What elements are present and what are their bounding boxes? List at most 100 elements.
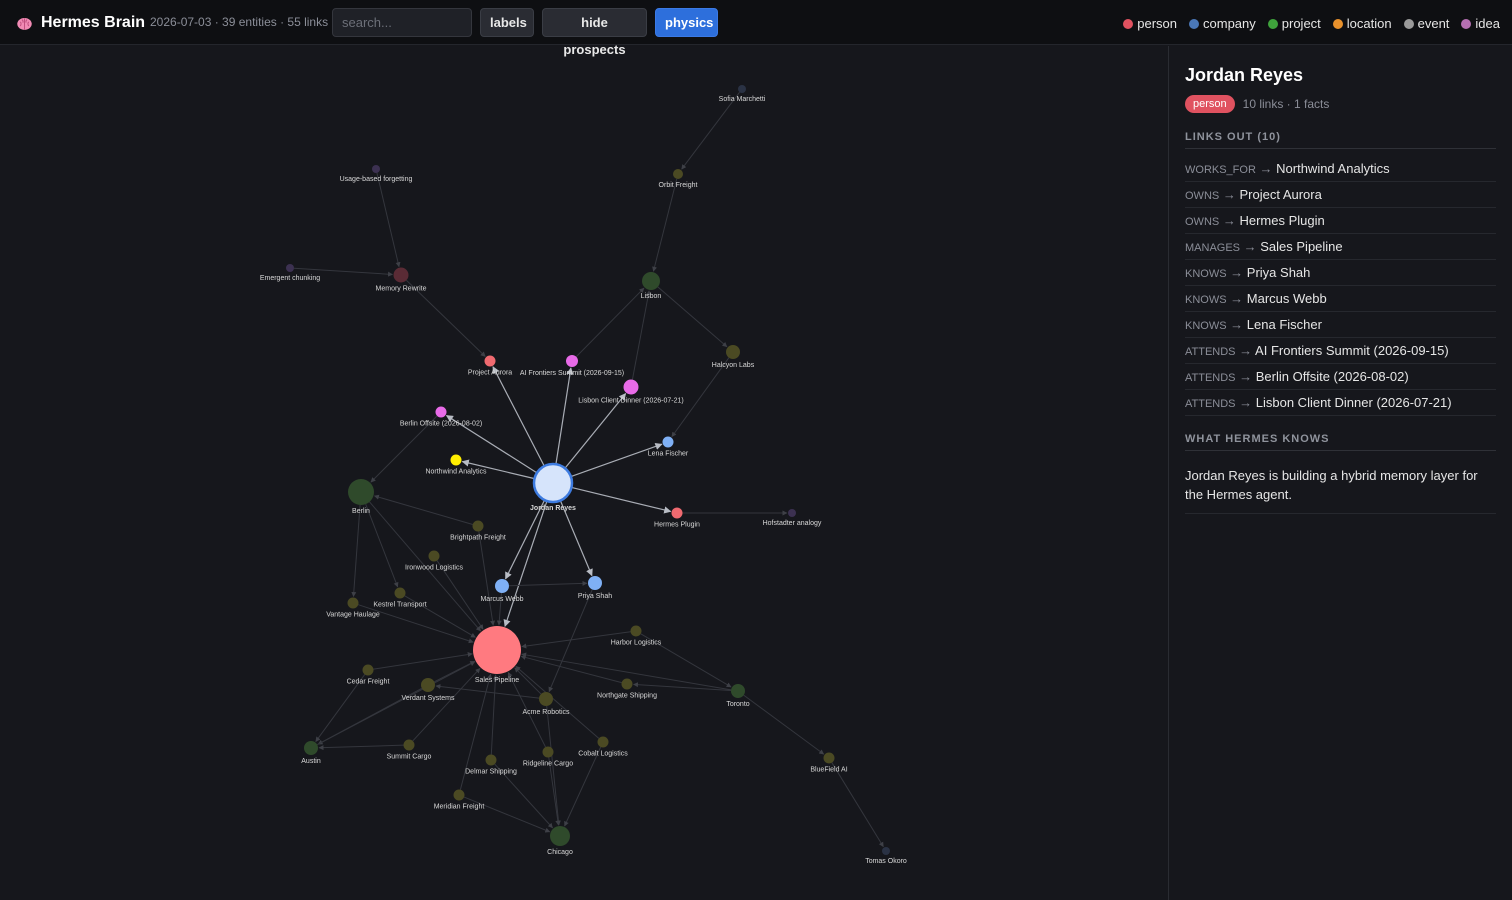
node-circle[interactable]	[621, 678, 633, 690]
node-circle[interactable]	[347, 597, 359, 609]
nodes-layer[interactable]: Jordan Reyes Sales Pipeline Project Aurora…	[260, 85, 907, 865]
node-circle[interactable]	[738, 85, 746, 93]
node-circle[interactable]	[484, 355, 496, 367]
search-input[interactable]	[332, 8, 472, 37]
node-circle[interactable]	[642, 272, 660, 290]
node-circle[interactable]	[550, 826, 570, 846]
link-row[interactable]: OWNS → Project Aurora	[1185, 182, 1496, 208]
node-circle[interactable]	[823, 752, 835, 764]
labels-button[interactable]: labels	[480, 8, 534, 37]
node-circle[interactable]	[662, 436, 674, 448]
node-circle[interactable]	[372, 165, 380, 173]
node-circle[interactable]	[348, 479, 374, 505]
node-circle[interactable]	[435, 406, 447, 418]
physics-button[interactable]: physics	[655, 8, 718, 37]
graph-node-sofia[interactable]: Sofia Marchetti	[719, 85, 766, 103]
hide-prospects-button[interactable]: hide prospects	[542, 8, 647, 57]
graph-node-vantage[interactable]: Vantage Haulage	[326, 597, 380, 619]
graph-node-emergent[interactable]: Emergent chunking	[260, 264, 320, 282]
node-circle[interactable]	[597, 736, 609, 748]
link-target[interactable]: Marcus Webb	[1247, 291, 1327, 306]
node-circle[interactable]	[393, 267, 409, 283]
link-row[interactable]: OWNS → Hermes Plugin	[1185, 208, 1496, 234]
graph-node-cobalt[interactable]: Cobalt Logistics	[578, 736, 628, 758]
link-target[interactable]: Hermes Plugin	[1239, 213, 1324, 228]
edges-layer	[293, 91, 884, 848]
link-row[interactable]: KNOWS → Marcus Webb	[1185, 286, 1496, 312]
node-circle[interactable]	[726, 345, 740, 359]
graph-node-toronto[interactable]: Toronto	[726, 684, 750, 708]
link-target[interactable]: Sales Pipeline	[1260, 239, 1342, 254]
link-target[interactable]: Berlin Offsite (2026-08-02)	[1256, 369, 1409, 384]
graph-svg[interactable]: Jordan Reyes Sales Pipeline Project Aurora…	[0, 46, 1168, 900]
graph-node-berlin[interactable]: Berlin	[348, 479, 374, 515]
node-circle[interactable]	[450, 454, 462, 466]
node-circle[interactable]	[421, 678, 435, 692]
node-circle[interactable]	[428, 550, 440, 562]
node-circle[interactable]	[472, 520, 484, 532]
node-circle[interactable]	[539, 692, 553, 706]
node-circle[interactable]	[588, 576, 602, 590]
graph-node-hofstadter[interactable]: Hofstadter analogy	[763, 509, 822, 527]
graph-node-brightpath[interactable]: Brightpath Freight	[450, 520, 506, 542]
graph-canvas[interactable]: Jordan Reyes Sales Pipeline Project Aurora…	[0, 46, 1168, 900]
link-target[interactable]: Northwind Analytics	[1276, 161, 1389, 176]
link-row[interactable]: MANAGES → Sales Pipeline	[1185, 234, 1496, 260]
node-circle[interactable]	[630, 625, 642, 637]
link-target[interactable]: Lena Fischer	[1247, 317, 1322, 332]
graph-node-meridian[interactable]: Meridian Freight	[434, 789, 485, 811]
graph-node-lisbon[interactable]: Lisbon	[641, 272, 662, 300]
node-circle[interactable]	[542, 746, 554, 758]
graph-node-northgate[interactable]: Northgate Shipping	[597, 678, 657, 700]
node-circle[interactable]	[731, 684, 745, 698]
graph-node-chicago[interactable]: Chicago	[547, 826, 573, 856]
graph-node-tomas[interactable]: Tomas Okoro	[865, 847, 907, 865]
graph-node-priya[interactable]: Priya Shah	[578, 576, 612, 600]
node-circle[interactable]	[673, 169, 683, 179]
link-target[interactable]: AI Frontiers Summit (2026-09-15)	[1255, 343, 1449, 358]
link-row[interactable]: KNOWS → Lena Fischer	[1185, 312, 1496, 338]
link-row[interactable]: KNOWS → Priya Shah	[1185, 260, 1496, 286]
graph-node-lisbondinner[interactable]: Lisbon Client Dinner (2026-07-21)	[578, 379, 684, 405]
graph-node-halcyon[interactable]: Halcyon Labs	[712, 345, 755, 369]
node-circle[interactable]	[566, 355, 578, 367]
graph-node-sales[interactable]: Sales Pipeline	[473, 626, 521, 684]
node-circle[interactable]	[495, 579, 509, 593]
graph-node-delmar[interactable]: Delmar Shipping	[465, 754, 517, 776]
graph-node-verdant[interactable]: Verdant Systems	[402, 678, 455, 702]
graph-node-jordan[interactable]: Jordan Reyes	[530, 462, 576, 512]
link-row[interactable]: ATTENDS → Berlin Offsite (2026-08-02)	[1185, 364, 1496, 390]
graph-node-memory[interactable]: Memory Rewrite	[376, 267, 427, 293]
graph-node-aisummit[interactable]: AI Frontiers Summit (2026-09-15)	[520, 355, 624, 377]
link-row[interactable]: WORKS_FOR → Northwind Analytics	[1185, 156, 1496, 182]
node-circle[interactable]	[788, 509, 796, 517]
node-circle[interactable]	[671, 507, 683, 519]
node-circle[interactable]	[473, 626, 521, 674]
graph-node-harbor[interactable]: Harbor Logistics	[611, 625, 662, 647]
node-circle[interactable]	[623, 379, 639, 395]
link-row[interactable]: ATTENDS → AI Frontiers Summit (2026-09-1…	[1185, 338, 1496, 364]
node-circle[interactable]	[403, 739, 415, 751]
node-circle[interactable]	[394, 587, 406, 599]
node-circle[interactable]	[485, 754, 497, 766]
link-target[interactable]: Priya Shah	[1247, 265, 1311, 280]
graph-node-orbit[interactable]: Orbit Freight	[659, 169, 698, 189]
node-circle[interactable]	[882, 847, 890, 855]
graph-node-kestrel[interactable]: Kestrel Transport	[373, 587, 427, 609]
graph-node-bluefield[interactable]: BlueField AI	[810, 752, 848, 774]
node-circle[interactable]	[304, 741, 318, 755]
graph-node-ridgeline[interactable]: Ridgeline Cargo	[523, 746, 573, 768]
graph-node-usage[interactable]: Usage-based forgetting	[340, 165, 413, 183]
graph-node-berlinoffsite[interactable]: Berlin Offsite (2026-08-02)	[400, 406, 482, 428]
graph-node-acme[interactable]: Acme Robotics	[522, 692, 570, 716]
node-circle[interactable]	[532, 462, 574, 504]
link-row[interactable]: ATTENDS → Lisbon Client Dinner (2026-07-…	[1185, 390, 1496, 416]
link-target[interactable]: Project Aurora	[1239, 187, 1321, 202]
link-target[interactable]: Lisbon Client Dinner (2026-07-21)	[1256, 395, 1452, 410]
node-circle[interactable]	[286, 264, 294, 272]
node-circle[interactable]	[362, 664, 374, 676]
graph-node-aurora[interactable]: Project Aurora	[468, 355, 512, 377]
graph-node-plugin[interactable]: Hermes Plugin	[654, 507, 700, 529]
graph-node-summit[interactable]: Summit Cargo	[387, 739, 432, 761]
node-circle[interactable]	[453, 789, 465, 801]
